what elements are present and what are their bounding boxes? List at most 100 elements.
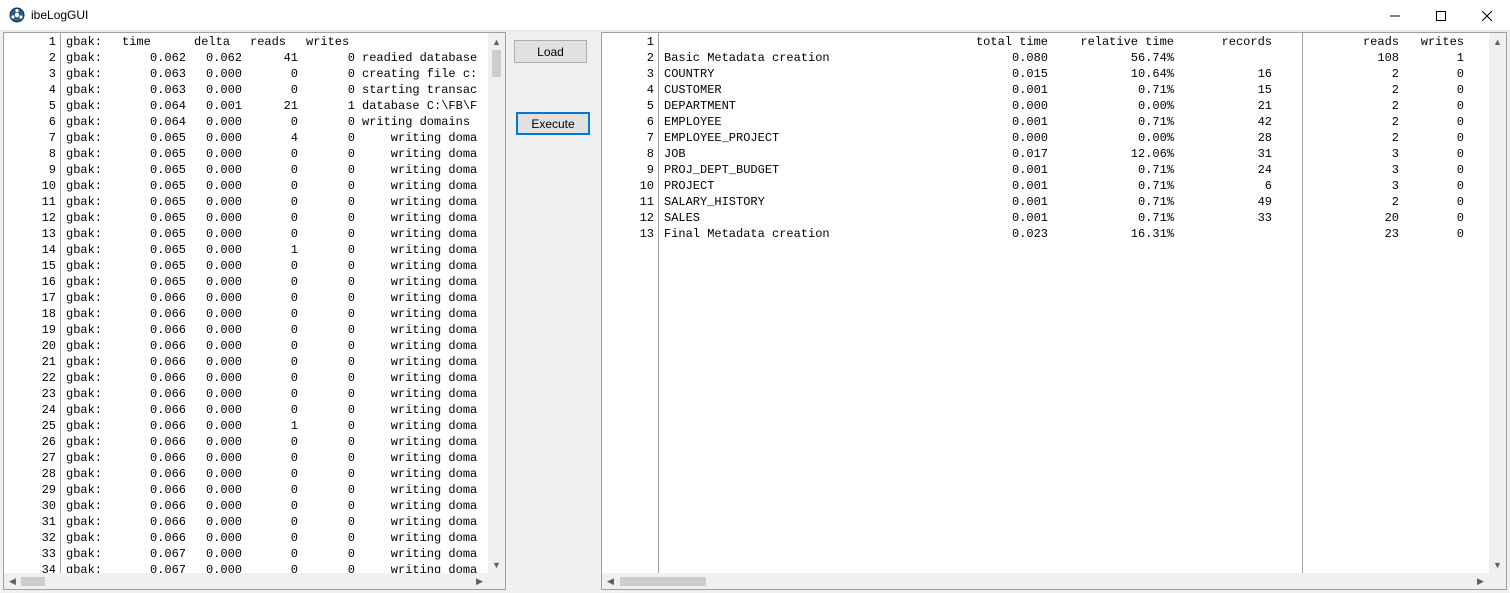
report-header-cell: relative time [1080, 35, 1174, 49]
report-cell: Basic Metadata creation [664, 51, 830, 65]
report-cell: 2 [1391, 99, 1399, 113]
log-cell: writing doma [362, 147, 478, 161]
report-cell: 0.71% [1137, 115, 1174, 129]
minimize-button[interactable] [1372, 0, 1418, 31]
log-cell: 0.065 [149, 211, 186, 225]
scroll-left-arrow-icon[interactable]: ◀ [4, 573, 21, 589]
log-cell: 0.065 [149, 227, 186, 241]
log-cell: 0.000 [205, 387, 242, 401]
report-cell: 2 [1391, 83, 1399, 97]
log-cell: 0 [347, 499, 355, 513]
line-number: 11 [639, 195, 654, 209]
scroll-up-arrow-icon[interactable]: ▲ [488, 33, 505, 50]
scroll-right-arrow-icon[interactable]: ▶ [471, 573, 488, 589]
report-vertical-scrollbar[interactable]: ▲ ▼ [1489, 33, 1506, 573]
log-cell: 0.000 [205, 83, 242, 97]
report-editor[interactable]: 1 2 3 4 5 6 7 8 9 10 11 12 13 total time relative tim… [601, 32, 1507, 590]
log-editor[interactable]: 1 2 3 4 5 6 7 8 9 10 11 12 13 14 15 16 17 18 19 20 21 22 23 24 2… [3, 32, 506, 590]
report-cell: 108 [1377, 51, 1399, 65]
log-cell: 0 [290, 291, 298, 305]
log-cell: gbak: [66, 451, 103, 465]
log-cell: 0 [347, 371, 355, 385]
report-cell: 0.001 [1011, 163, 1048, 177]
log-cell: 0.064 [149, 99, 186, 113]
line-number: 21 [41, 355, 56, 369]
report-cell: DEPARTMENT [664, 99, 737, 113]
close-button[interactable] [1464, 0, 1510, 31]
gear-ball-icon [9, 7, 25, 23]
log-row: gbak: 0.066 0.000 0 0 writing doma [66, 402, 488, 418]
log-header-cell: reads [250, 35, 287, 49]
log-cell: 0.000 [205, 163, 242, 177]
line-number: 1 [646, 35, 654, 49]
log-cell: writing doma [362, 371, 478, 385]
log-cell: gbak: [66, 83, 103, 97]
log-cell: 0.066 [149, 403, 186, 417]
log-cell: 0.000 [205, 227, 242, 241]
scroll-down-arrow-icon[interactable]: ▼ [488, 556, 505, 573]
log-cell: 0 [347, 355, 355, 369]
line-number: 20 [41, 339, 56, 353]
log-cell: gbak: [66, 323, 103, 337]
log-cell: gbak: [66, 499, 103, 513]
log-cell: gbak: [66, 131, 103, 145]
scroll-thumb[interactable] [21, 577, 45, 586]
report-cell: 0.017 [1011, 147, 1048, 161]
log-cell: 0.000 [205, 547, 242, 561]
report-header-cell: records [1221, 35, 1272, 49]
report-cell: 0.000 [1011, 99, 1048, 113]
log-cell: 0.000 [205, 419, 242, 433]
log-row: gbak: 0.066 0.000 0 0 writing doma [66, 466, 488, 482]
log-vertical-scrollbar[interactable]: ▲ ▼ [488, 33, 505, 573]
scroll-down-arrow-icon[interactable]: ▼ [1489, 556, 1506, 573]
report-cell: 2 [1391, 67, 1399, 81]
line-number: 33 [41, 547, 56, 561]
log-cell: 41 [283, 51, 298, 65]
execute-button[interactable]: Execute [516, 112, 590, 135]
log-text-area[interactable]: gbak: time delta reads writes gbak: 0.062 0.062… [66, 33, 488, 589]
scroll-up-arrow-icon[interactable]: ▲ [1489, 33, 1506, 50]
scroll-thumb[interactable] [620, 577, 706, 586]
log-cell: 0 [290, 83, 298, 97]
report-text-area[interactable]: total time relative time records reads write… [662, 33, 1489, 589]
log-cell: 4 [290, 131, 298, 145]
report-cell: 0.00% [1137, 99, 1174, 113]
log-cell: 0.062 [205, 51, 242, 65]
report-cell: SALARY_HISTORY [664, 195, 765, 209]
line-number: 18 [41, 307, 56, 321]
log-cell: 0.000 [205, 499, 242, 513]
report-cell: 42 [1257, 115, 1272, 129]
log-cell: gbak: [66, 275, 103, 289]
log-cell: writing doma [362, 131, 478, 145]
report-cell: 0.71% [1137, 211, 1174, 225]
line-number: 4 [646, 83, 654, 97]
log-cell: 0 [347, 291, 355, 305]
report-horizontal-scrollbar[interactable]: ◀ ▶ [602, 573, 1489, 589]
load-button[interactable]: Load [514, 40, 587, 63]
column-divider [1302, 33, 1303, 573]
scroll-thumb[interactable] [492, 50, 501, 77]
log-cell: 0.065 [149, 147, 186, 161]
log-cell: 0 [347, 179, 355, 193]
log-horizontal-scrollbar[interactable]: ◀ ▶ [4, 573, 488, 589]
line-number: 10 [639, 179, 654, 193]
scroll-left-arrow-icon[interactable]: ◀ [602, 573, 619, 589]
report-row: COUNTRY 0.015 10.64% 16 2 0 [662, 66, 1489, 82]
log-cell: 0 [347, 147, 355, 161]
log-cell: gbak: [66, 195, 103, 209]
log-cell: 21 [283, 99, 298, 113]
scroll-right-arrow-icon[interactable]: ▶ [1472, 573, 1489, 589]
log-cell: gbak: [66, 403, 103, 417]
report-cell: 6 [1264, 179, 1272, 193]
report-cell: SALES [664, 211, 701, 225]
maximize-button[interactable] [1418, 0, 1464, 31]
report-cell: 2 [1391, 115, 1399, 129]
report-cell: 0.015 [1011, 67, 1048, 81]
line-number: 19 [41, 323, 56, 337]
log-cell: 0.066 [149, 483, 186, 497]
log-cell: 0 [347, 467, 355, 481]
scrollbar-corner [1489, 573, 1506, 589]
report-cell: 0.71% [1137, 179, 1174, 193]
close-icon [1482, 10, 1492, 21]
log-cell: 0 [290, 387, 298, 401]
